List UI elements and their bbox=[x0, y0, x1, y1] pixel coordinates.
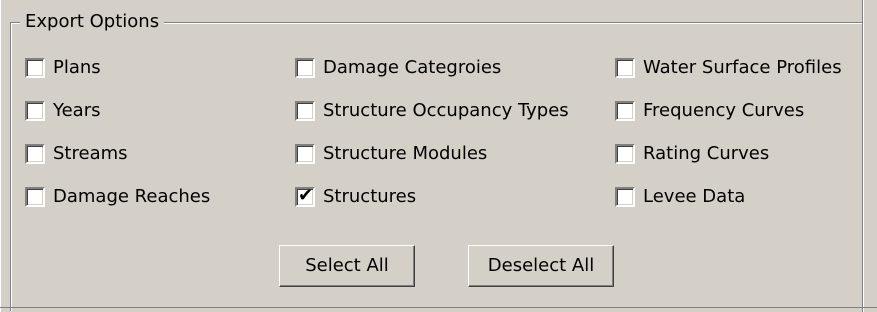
checkbox[interactable]: ✔ bbox=[295, 144, 315, 164]
option-label: Structure Modules bbox=[323, 143, 488, 164]
checkbox[interactable]: ✔ bbox=[295, 185, 315, 207]
option-structure-modules[interactable]: ✔ Structure Modules bbox=[295, 141, 487, 167]
option-structure-occupancy-types[interactable]: ✔ Structure Occupancy Types bbox=[295, 98, 569, 124]
deselect-all-button[interactable]: Deselect All bbox=[468, 245, 614, 287]
checkbox[interactable]: ✔ bbox=[615, 144, 635, 164]
option-label: Damage Reaches bbox=[53, 186, 211, 207]
option-label: Levee Data bbox=[643, 186, 746, 207]
option-years[interactable]: ✔ Years bbox=[25, 98, 101, 124]
option-levee-data[interactable]: ✔ Levee Data bbox=[615, 184, 745, 210]
checkbox[interactable]: ✔ bbox=[25, 101, 45, 121]
option-damage-reaches[interactable]: ✔ Damage Reaches bbox=[25, 184, 210, 210]
option-plans[interactable]: ✔ Plans bbox=[25, 55, 101, 81]
check-mark-icon: ✔ bbox=[298, 185, 314, 206]
groupbox-title: Export Options bbox=[20, 10, 165, 34]
option-streams[interactable]: ✔ Streams bbox=[25, 141, 128, 167]
option-label: Streams bbox=[53, 143, 128, 164]
checkbox[interactable]: ✔ bbox=[615, 101, 635, 121]
checkbox[interactable]: ✔ bbox=[25, 144, 45, 164]
checkbox[interactable]: ✔ bbox=[615, 187, 635, 207]
checkbox[interactable]: ✔ bbox=[25, 58, 45, 78]
select-all-button[interactable]: Select All bbox=[279, 245, 415, 287]
option-label: Rating Curves bbox=[643, 143, 770, 164]
option-structures[interactable]: ✔ Structures bbox=[295, 184, 416, 210]
checkbox[interactable]: ✔ bbox=[295, 58, 315, 78]
option-label: Damage Categroies bbox=[323, 57, 502, 78]
window-left-edge bbox=[0, 0, 1, 312]
option-label: Structure Occupancy Types bbox=[323, 100, 569, 121]
option-damage-categories[interactable]: ✔ Damage Categroies bbox=[295, 55, 501, 81]
option-label: Years bbox=[53, 100, 101, 121]
option-label: Structures bbox=[323, 186, 417, 207]
groupbox-right-highlight bbox=[863, 0, 864, 312]
option-label: Frequency Curves bbox=[643, 100, 805, 121]
option-label: Water Surface Profiles bbox=[643, 57, 842, 78]
option-frequency-curves[interactable]: ✔ Frequency Curves bbox=[615, 98, 804, 124]
option-label: Plans bbox=[53, 57, 101, 78]
checkbox[interactable]: ✔ bbox=[295, 101, 315, 121]
checkbox[interactable]: ✔ bbox=[25, 187, 45, 207]
checkbox[interactable]: ✔ bbox=[615, 58, 635, 78]
option-rating-curves[interactable]: ✔ Rating Curves bbox=[615, 141, 769, 167]
groupbox-bottom-shadow bbox=[0, 307, 877, 308]
option-water-surface-profiles[interactable]: ✔ Water Surface Profiles bbox=[615, 55, 842, 81]
